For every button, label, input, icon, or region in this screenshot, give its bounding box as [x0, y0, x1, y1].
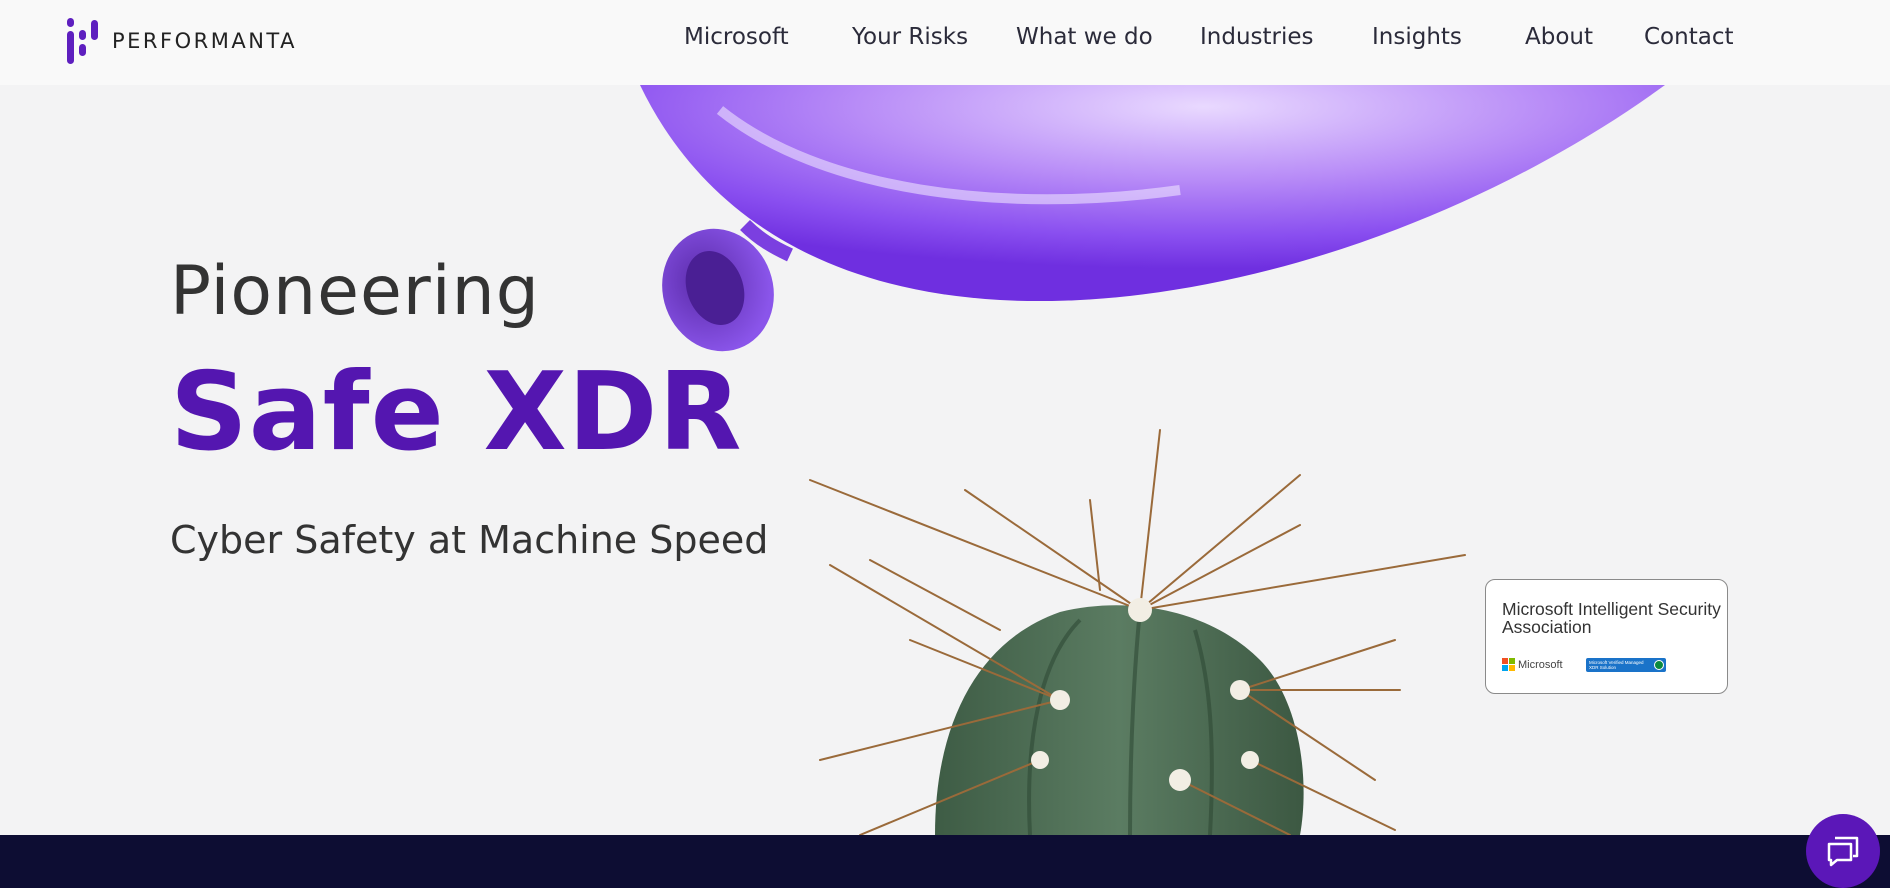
microsoft-logo-icon	[1502, 658, 1515, 671]
chat-button[interactable]	[1806, 814, 1880, 888]
verified-badge: Microsoft Verified Managed XDR Solution	[1586, 658, 1666, 672]
microsoft-label: Microsoft	[1518, 658, 1563, 671]
nav-item-what-we-do[interactable]: What we do	[1016, 24, 1153, 50]
chat-icon	[1827, 836, 1859, 867]
verified-check-icon	[1654, 660, 1664, 670]
misa-badge-title: Microsoft Intelligent Security Associati…	[1502, 599, 1721, 637]
top-navigation-bar: PERFORMANTA Microsoft Your Risks What we…	[0, 0, 1890, 85]
hero-pre-title: Pioneering	[170, 252, 540, 331]
misa-badge[interactable]: Microsoft Intelligent Security Associati…	[1485, 579, 1728, 694]
nav-item-microsoft[interactable]: Microsoft	[684, 24, 789, 50]
footer-band	[0, 835, 1890, 888]
nav-item-contact[interactable]: Contact	[1644, 24, 1733, 50]
microsoft-brand: Microsoft	[1502, 658, 1563, 671]
nav-item-about[interactable]: About	[1525, 24, 1593, 50]
verified-badge-label: Microsoft Verified Managed XDR Solution	[1589, 660, 1644, 670]
hero-subtitle: Cyber Safety at Machine Speed	[170, 518, 769, 562]
main-nav: Microsoft Your Risks What we do Industri…	[0, 24, 1890, 60]
nav-item-your-risks[interactable]: Your Risks	[852, 24, 968, 50]
hero-title: Safe XDR	[170, 350, 743, 475]
cactus-image	[809, 429, 1466, 835]
nav-item-industries[interactable]: Industries	[1200, 24, 1314, 50]
nav-item-insights[interactable]: Insights	[1372, 24, 1462, 50]
balloon-image	[640, 85, 1665, 352]
